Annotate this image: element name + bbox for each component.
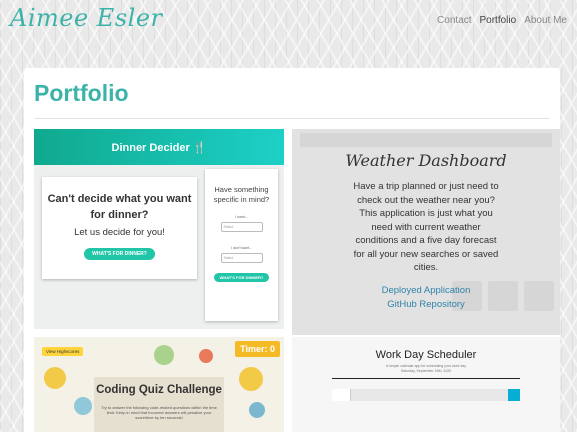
dinner-side-heading: Have something specific in mind?	[213, 185, 270, 204]
project-card-weather-dashboard[interactable]: Weather Dashboard Have a trip planned or…	[292, 129, 560, 335]
quiz-intro-box: Coding Quiz Challenge Try to answer the …	[94, 377, 224, 432]
project-card-coding-quiz[interactable]: View Highscores Timer: 0 Coding Quiz Cha…	[34, 337, 284, 432]
flower-decoration	[154, 345, 174, 365]
quiz-timer: Timer: 0	[235, 341, 280, 357]
weather-github-link[interactable]: GitHub Repository	[292, 299, 560, 310]
dont-want-select: Select	[220, 253, 263, 263]
dont-want-label: I don't want...	[231, 246, 252, 250]
dinner-subtitle: Let us decide for you!	[74, 227, 165, 238]
weather-title: Weather Dashboard	[345, 151, 507, 170]
nav-contact[interactable]: Contact	[437, 15, 471, 26]
nav-about-me[interactable]: About Me	[524, 15, 567, 26]
dinner-question: Can't decide what you want for dinner?	[47, 193, 192, 221]
flower-decoration	[44, 367, 66, 389]
dinner-header-bar: Dinner Decider 🍴	[34, 129, 284, 165]
dinner-main-card: Can't decide what you want for dinner? L…	[42, 177, 197, 279]
quiz-instructions: Try to answer the following code-related…	[101, 405, 217, 420]
quiz-title: Coding Quiz Challenge	[96, 384, 222, 396]
scheduler-subtitle: A simple calendar app for scheduling you…	[386, 364, 466, 368]
title-divider	[34, 118, 550, 119]
scheduler-title: Work Day Scheduler	[375, 349, 477, 361]
flower-decoration	[74, 397, 92, 415]
want-select: Select	[220, 222, 263, 232]
flower-decoration	[249, 402, 265, 418]
page-title: Portfolio	[34, 80, 129, 106]
site-logo[interactable]: Aimee Esler	[10, 4, 163, 32]
whats-for-dinner-button: WHAT'S FOR DINNER?	[84, 248, 155, 260]
side-whats-for-dinner-button: WHAT'S FOR DINNER?	[213, 273, 270, 282]
dinner-side-card: Have something specific in mind? I want.…	[205, 169, 278, 321]
save-icon	[508, 389, 520, 401]
weather-description: Have a trip planned or just need to chec…	[353, 181, 499, 273]
scheduler-time-row	[332, 389, 520, 401]
weather-deployed-link[interactable]: Deployed Application	[292, 285, 560, 296]
weather-ghost-header	[300, 133, 552, 147]
project-card-work-day-scheduler[interactable]: Work Day Scheduler A simple calendar app…	[292, 337, 560, 432]
flower-decoration	[239, 367, 263, 391]
nav-portfolio[interactable]: Portfolio	[480, 15, 517, 26]
main-nav: Contact Portfolio About Me	[437, 15, 567, 26]
scheduler-divider	[332, 378, 520, 379]
flower-decoration	[199, 349, 213, 363]
want-label: I want...	[235, 215, 248, 219]
scheduler-date: Saturday, September 19th, 2020	[400, 369, 452, 373]
view-highscores-link: View Highscores	[42, 347, 84, 356]
scheduler-hour-cell	[332, 389, 351, 401]
project-card-dinner-decider[interactable]: Dinner Decider 🍴 Can't decide what you w…	[34, 129, 284, 329]
portfolio-panel: Portfolio Dinner Decider 🍴 Can't decide …	[24, 68, 560, 432]
